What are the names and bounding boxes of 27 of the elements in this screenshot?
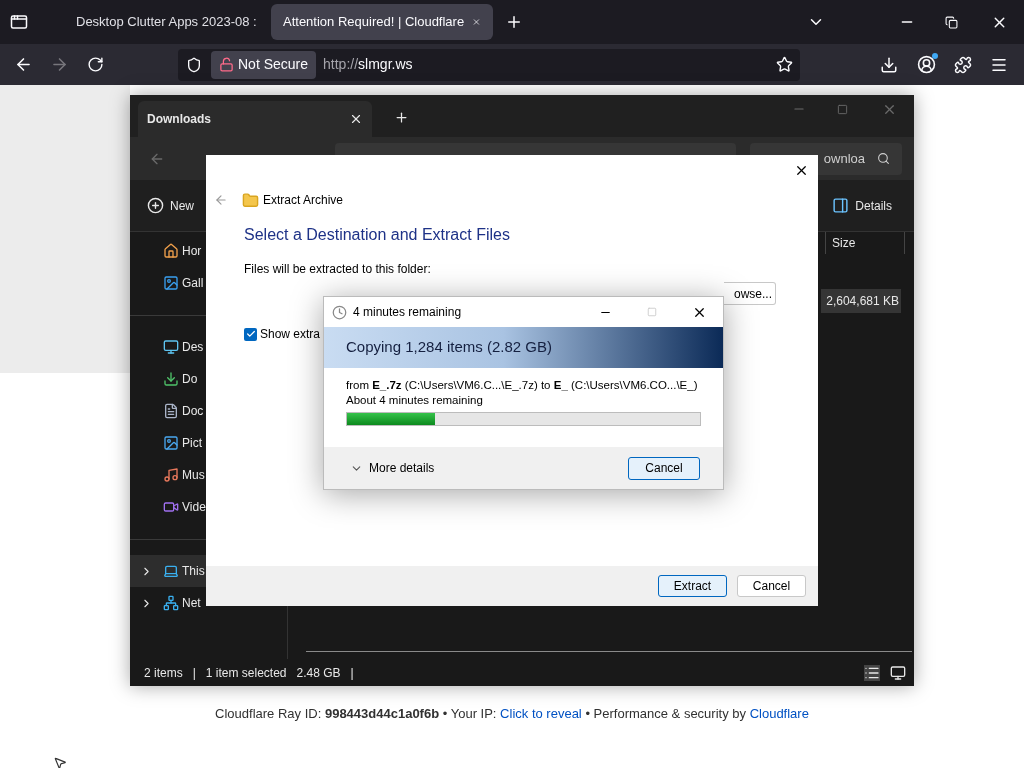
status-text: 2.48 GB <box>296 664 341 682</box>
copy-heading: Copying 1,284 items (2.82 GB) <box>346 337 552 358</box>
copy-details: from E_.7z (C:\Users\VM6.C...\E_.7z) to E_ (C:\Users\VM6.CO...\E_) <box>346 378 699 393</box>
sidebar-label: Hor <box>182 243 202 260</box>
sidebar-label: Pict <box>182 435 202 452</box>
status-text: | <box>192 664 196 682</box>
tab-title: Attention Required! | Cloudflare <box>283 13 465 32</box>
sidebar-label: Vide <box>182 499 206 516</box>
url-text: http://slmgr.ws <box>323 55 413 74</box>
sidebar-label: Net <box>182 595 201 612</box>
status-text: 1 item selected <box>205 664 287 682</box>
sidebar-label: This <box>182 563 205 580</box>
sidebar-label: Mus <box>182 467 205 484</box>
sidebar-label: Gall <box>182 275 204 292</box>
sidebar-label: Do <box>182 371 198 388</box>
sidebar-label: Des <box>182 339 204 356</box>
footer-text: Cloudflare Ray ID: 998443d44c1a0f6b • Your IP: Click to reveal • Performance & security by Cloudflare <box>214 705 810 723</box>
checkbox-label: Show extra <box>260 326 321 343</box>
dialog-heading: Select a Destination and Extract Files <box>244 225 511 245</box>
dialog-title: 4 minutes remaining <box>353 304 462 321</box>
folder-label: Files will be extracted to this folder: <box>244 261 432 278</box>
sidebar-label: Doc <box>182 403 204 420</box>
status-text: | <box>350 664 354 682</box>
time-remaining: About 4 minutes remaining <box>346 393 484 408</box>
tab-title: Desktop Clutter Apps 2023-08 : <box>76 13 257 32</box>
status-text: 2 items <box>144 664 183 682</box>
dialog-title: Extract Archive <box>263 192 344 209</box>
